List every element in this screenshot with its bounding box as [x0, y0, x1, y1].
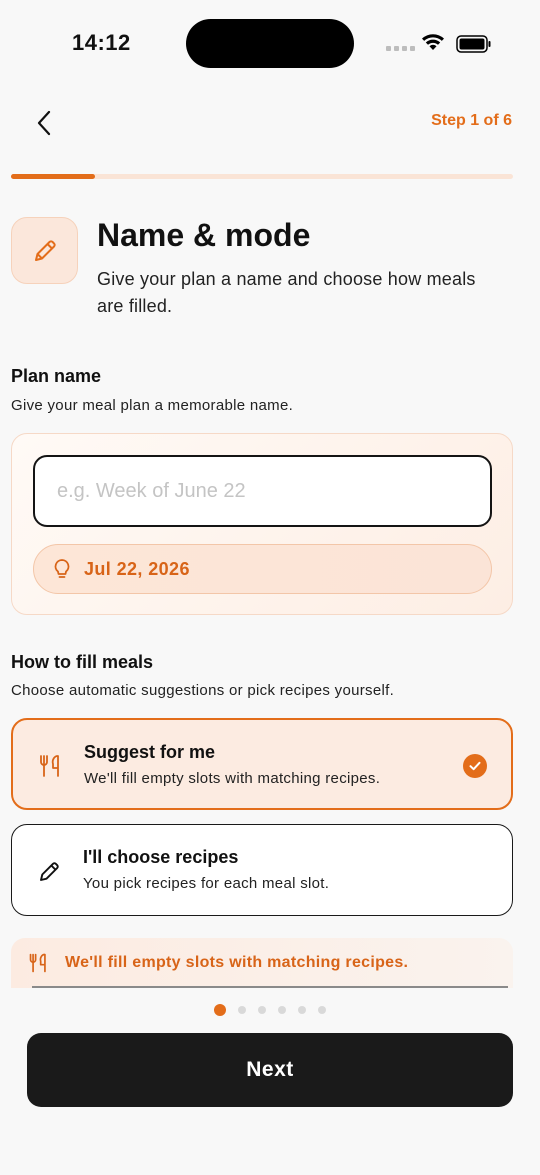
wifi-icon [420, 32, 446, 57]
hint-text: We'll fill empty slots with matching rec… [65, 954, 409, 971]
fork-knife-icon [37, 752, 65, 780]
fill-mode-description: Choose automatic suggestions or pick rec… [11, 682, 395, 699]
pagination-dots [0, 1004, 540, 1016]
lightbulb-icon [54, 559, 70, 578]
checkmark-icon [463, 754, 487, 778]
option-description: We'll fill empty slots with matching rec… [84, 770, 381, 787]
back-button[interactable] [24, 103, 64, 143]
suggestion-chip-label: Jul 22, 2026 [84, 558, 190, 579]
fork-knife-icon [28, 952, 50, 979]
option-choose-recipes[interactable]: I'll choose recipes You pick recipes for… [11, 824, 513, 916]
progress-bar [11, 174, 513, 179]
page-title: Name & mode [97, 217, 311, 253]
plan-name-heading: Plan name [11, 366, 102, 386]
option-suggest-for-me[interactable]: Suggest for me We'll fill empty slots wi… [11, 718, 513, 810]
step-indicator: Step 1 of 6 [431, 112, 512, 129]
pagination-dot[interactable] [238, 1006, 246, 1014]
plan-name-input[interactable] [33, 455, 492, 527]
battery-icon [456, 35, 492, 53]
cellular-signal-icon [386, 46, 415, 51]
pencil-icon [36, 857, 64, 885]
option-description: You pick recipes for each meal slot. [83, 875, 330, 892]
fill-mode-hint: We'll fill empty slots with matching rec… [11, 938, 513, 988]
page-subtitle: Give your plan a name and choose how mea… [97, 269, 476, 316]
name-suggestion-chip[interactable]: Jul 22, 2026 [33, 544, 492, 594]
header: Step 1 of 6 [0, 95, 540, 155]
status-bar: 14:12 [0, 0, 540, 90]
pagination-dot[interactable] [214, 1004, 226, 1016]
pencil-icon [11, 217, 78, 284]
plan-name-description: Give your meal plan a memorable name. [11, 397, 294, 414]
option-title: I'll choose recipes [83, 847, 239, 867]
fill-mode-heading: How to fill meals [11, 652, 154, 672]
divider [32, 986, 508, 988]
pagination-dot[interactable] [298, 1006, 306, 1014]
pagination-dot[interactable] [278, 1006, 286, 1014]
plan-name-card: Jul 22, 2026 [11, 433, 513, 615]
chevron-left-icon [37, 110, 51, 136]
status-time: 14:12 [72, 30, 131, 55]
dynamic-island [186, 19, 354, 68]
next-button[interactable]: Next [27, 1033, 513, 1107]
pagination-dot[interactable] [318, 1006, 326, 1014]
pagination-dot[interactable] [258, 1006, 266, 1014]
option-title: Suggest for me [84, 742, 216, 762]
progress-fill [11, 174, 95, 179]
